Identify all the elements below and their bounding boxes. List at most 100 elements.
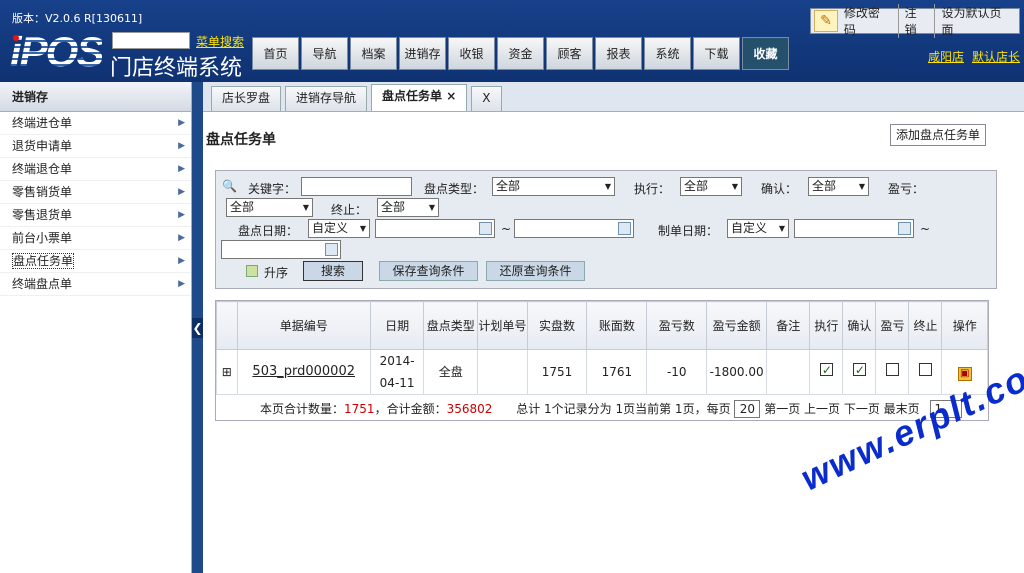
type-cell: 全盘 <box>423 349 479 395</box>
col-header[interactable]: 实盘数 <box>526 301 588 350</box>
make-date-from-input[interactable] <box>794 219 914 238</box>
make-date-select[interactable]: 自定义 <box>727 219 789 238</box>
date-select[interactable]: 自定义 <box>308 219 370 238</box>
nav-cashier[interactable]: 收银 <box>448 37 495 70</box>
nav-download[interactable]: 下载 <box>693 37 740 70</box>
expand-icon[interactable]: ⊞ <box>216 349 238 395</box>
sidebar-item[interactable]: 零售销货单 ▶ <box>0 181 191 204</box>
col-header[interactable]: 备注 <box>766 301 811 350</box>
calendar-icon[interactable] <box>325 243 338 256</box>
set-default-page-link[interactable]: 设为默认页面 <box>935 4 1019 38</box>
col-header[interactable]: 盈亏金额 <box>706 301 768 350</box>
stop-checkbox[interactable] <box>918 363 932 376</box>
date-label: 盘点日期： <box>238 224 299 238</box>
sidebar-item-selected[interactable]: 盘点任务单 ▶ <box>0 250 191 273</box>
asc-label: 升序 <box>264 266 289 280</box>
col-header[interactable]: 日期 <box>369 301 425 350</box>
menu-search-link[interactable]: 菜单搜索 <box>196 33 244 50</box>
calendar-icon[interactable] <box>618 222 631 235</box>
calendar-icon[interactable] <box>479 222 492 235</box>
asc-checkbox[interactable] <box>246 265 258 277</box>
doc-number-link[interactable]: 503_prd000002 <box>236 349 371 395</box>
table-header: 单据编号 日期 盘点类型 计划单号 实盘数 账面数 盈亏数 盈亏金额 备注 执行… <box>216 301 988 350</box>
sidebar: 进销存 终端进仓单 ▶ 退货申请单 ▶ 终端退仓单 ▶ 零售销货单 ▶ 零售退货单 ▶ 前… <box>0 82 192 573</box>
change-password-link[interactable]: 修改密码 <box>838 4 899 38</box>
type-select[interactable]: 全部 <box>492 177 615 196</box>
nav-favorites[interactable]: 收藏 <box>742 37 789 70</box>
nav-guide[interactable]: 导航 <box>301 37 348 70</box>
col-header[interactable]: 账面数 <box>586 301 648 350</box>
summary-bar: 本页合计数量：1751，合计金额：356802 总计 1个记录分为 1页当前第 … <box>216 397 988 421</box>
header: 版本：V2.0.6 R[130611] iPOS 门店终端系统 菜单搜索 首页 … <box>0 0 1024 82</box>
stop-select[interactable]: 全部 <box>377 198 439 217</box>
date-from-input[interactable] <box>375 219 495 238</box>
tilde: ~ <box>501 222 512 236</box>
sum-amt-value: 356802 <box>446 402 493 416</box>
nav-archive[interactable]: 档案 <box>350 37 397 70</box>
logout-link[interactable]: 注销 <box>899 4 936 38</box>
col-header[interactable]: 计划单号 <box>477 301 528 350</box>
chevron-right-icon: ▶ <box>178 141 185 151</box>
exec-select[interactable]: 全部 <box>680 177 742 196</box>
sidebar-item[interactable]: 终端退仓单 ▶ <box>0 158 191 181</box>
pl-select[interactable]: 全部 <box>226 198 313 217</box>
pl-checkbox[interactable] <box>885 363 899 376</box>
col-header[interactable]: 确认 <box>842 301 877 350</box>
sidebar-item[interactable]: 零售退货单 ▶ <box>0 204 191 227</box>
exec-checkbox[interactable] <box>819 359 833 381</box>
tab-close-all[interactable]: X <box>471 86 502 111</box>
filter-panel: 🔍 关键字： 盘点类型： 全部 执行： 全部 确认： 全部 盈亏： 全部 终止：… <box>215 170 997 289</box>
sidebar-item[interactable]: 退货申请单 ▶ <box>0 135 191 158</box>
nav-home[interactable]: 首页 <box>252 37 299 70</box>
expand-col-header <box>216 301 238 350</box>
pager-info: 总计 1个记录分为 1页当前第 1页，每页 <box>516 402 731 416</box>
col-header[interactable]: 盘点类型 <box>423 301 479 350</box>
save-query-button[interactable]: 保存查询条件 <box>379 261 478 281</box>
diff-cell: -10 <box>646 349 708 395</box>
col-header[interactable]: 盈亏数 <box>646 301 708 350</box>
calendar-icon[interactable] <box>898 222 911 235</box>
nav-inventory[interactable]: 进销存 <box>399 37 446 70</box>
sidebar-item[interactable]: 终端进仓单 ▶ <box>0 112 191 135</box>
collapse-left-icon[interactable]: ❮ <box>192 318 203 338</box>
tab-dashboard[interactable]: 店长罗盘 <box>211 86 282 111</box>
menu-search-input[interactable] <box>112 32 190 49</box>
page-size-input[interactable]: 20 <box>734 400 761 418</box>
nav-system[interactable]: 系统 <box>644 37 691 70</box>
tilde: ~ <box>920 222 931 236</box>
nav-customer[interactable]: 顾客 <box>546 37 593 70</box>
sidebar-item[interactable]: 前台小票单 ▶ <box>0 227 191 250</box>
tab-inventory-guide[interactable]: 进销存导航 <box>285 86 368 111</box>
page-title: 盘点任务单 <box>206 132 276 148</box>
sum-qty-value: 1751 <box>344 402 375 416</box>
sidebar-item[interactable]: 终端盘点单 ▶ <box>0 273 191 296</box>
add-stocktake-button[interactable]: 添加盘点任务单 <box>890 124 986 146</box>
top-right-bar: ✎ 修改密码 注销 设为默认页面 <box>810 4 1020 38</box>
col-header[interactable]: 单据编号 <box>236 301 371 350</box>
search-button[interactable]: 搜索 <box>303 261 363 281</box>
book-cell: 1761 <box>586 349 648 395</box>
keyword-input[interactable] <box>301 177 412 196</box>
system-name: 门店终端系统 <box>110 56 243 81</box>
sum-qty-label: 本页合计数量： <box>260 402 345 416</box>
col-header[interactable]: 执行 <box>809 301 844 350</box>
make-date-to-input[interactable] <box>221 240 341 259</box>
col-header[interactable]: 操作 <box>941 301 988 350</box>
confirm-select[interactable]: 全部 <box>808 177 869 196</box>
search-icon: 🔍 <box>222 179 237 193</box>
confirm-checkbox[interactable] <box>852 359 866 381</box>
tab-stocktake[interactable]: 盘点任务单 × <box>371 84 468 111</box>
chevron-right-icon: ▶ <box>178 210 185 220</box>
nav-funds[interactable]: 资金 <box>497 37 544 70</box>
date-to-input[interactable] <box>514 219 634 238</box>
default-store-link[interactable]: 默认店长 <box>972 48 1020 65</box>
table-row[interactable]: ⊞ 503_prd000002 2014-04-11 全盘 1751 1761 … <box>216 349 988 395</box>
col-header[interactable]: 盈亏 <box>875 301 910 350</box>
actual-cell: 1751 <box>526 349 588 395</box>
chevron-right-icon: ▶ <box>178 279 185 289</box>
col-header[interactable]: 终止 <box>908 301 943 350</box>
sum-amt-label: ，合计金额： <box>374 402 447 416</box>
nav-report[interactable]: 报表 <box>595 37 642 70</box>
store-link[interactable]: 咸阳店 <box>928 48 964 65</box>
restore-query-button[interactable]: 还原查询条件 <box>486 261 585 281</box>
